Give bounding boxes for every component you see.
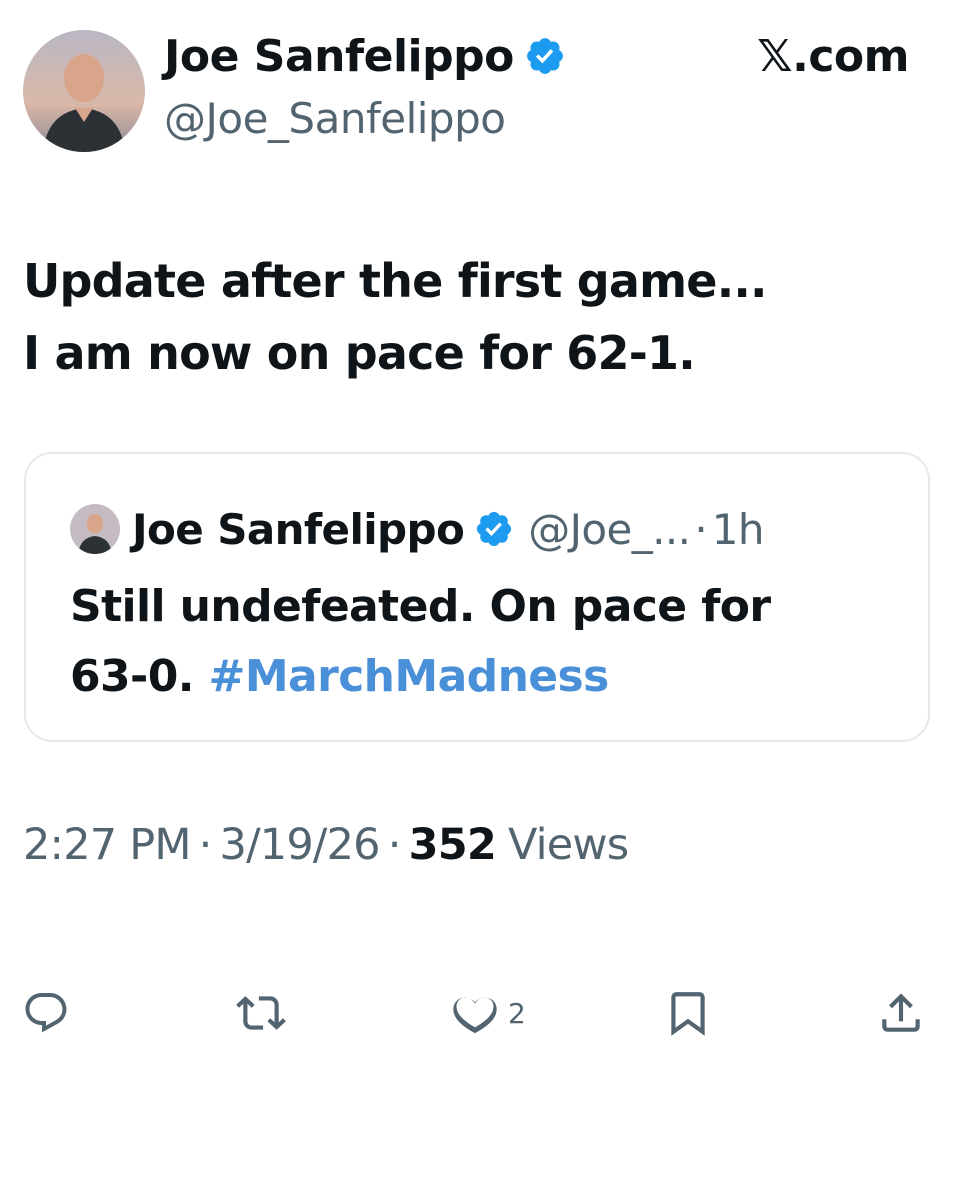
retweet-icon [236, 996, 286, 1030]
reply-icon [25, 993, 67, 1033]
tweet-meta: 2:27 PM · 3/19/26 · 352 Views [23, 815, 629, 875]
bookmark-button[interactable] [663, 985, 713, 1041]
share-button[interactable] [876, 985, 926, 1041]
separator-dot: · [387, 820, 402, 870]
tweet-date[interactable]: 3/19/26 [220, 820, 381, 870]
quoted-tweet-card[interactable]: Joe Sanfelippo @Joe_... · 1h Still undef… [24, 452, 930, 742]
profile-photo-avatar [70, 504, 120, 554]
quoted-author-handle: @Joe_... [528, 504, 691, 554]
profile-photo-avatar [23, 30, 145, 152]
author-handle[interactable]: @Joe_Sanfelippo [164, 94, 506, 143]
separator-dot: · [198, 820, 213, 870]
verified-badge-icon [477, 511, 512, 547]
author-avatar[interactable] [23, 30, 145, 152]
share-icon [882, 993, 920, 1032]
like-count: 2 [508, 996, 526, 1030]
quoted-author-name: Joe Sanfelippo [132, 504, 465, 554]
separator-dot: · [694, 504, 708, 554]
quoted-tweet-header: Joe Sanfelippo @Joe_... · 1h [70, 500, 765, 558]
views-count: 352 [408, 820, 497, 870]
reply-button[interactable] [22, 985, 70, 1041]
quoted-author-avatar [70, 504, 120, 554]
verified-badge-icon [526, 38, 563, 74]
action-bar: 2 [0, 985, 953, 1041]
brand-logo: 𝕏.com [757, 30, 909, 82]
retweet-button[interactable] [236, 985, 286, 1041]
like-button[interactable]: 2 [450, 985, 526, 1041]
author-name-row[interactable]: Joe Sanfelippo [164, 28, 566, 84]
author-name[interactable]: Joe Sanfelippo [164, 31, 514, 82]
quoted-tweet-text-part: 63-0. [70, 651, 209, 702]
views-label: Views [507, 820, 629, 870]
quoted-tweet-line: Still undefeated. On pace for [70, 581, 771, 632]
quoted-tweet-line: 63-0. #MarchMadness [70, 642, 890, 712]
hashtag-link[interactable]: #MarchMadness [209, 651, 610, 702]
tweet-text: Update after the first game... I am now … [23, 245, 928, 389]
tweet-line: Update after the first game... [23, 254, 768, 308]
heart-icon [453, 997, 497, 1034]
bookmark-icon [671, 992, 705, 1036]
quoted-tweet-text: Still undefeated. On pace for 63-0. #Mar… [70, 572, 890, 712]
quoted-tweet-time: 1h [711, 504, 765, 554]
tweet-time[interactable]: 2:27 PM [23, 820, 191, 870]
tweet-line: I am now on pace for 62-1. [23, 326, 696, 380]
